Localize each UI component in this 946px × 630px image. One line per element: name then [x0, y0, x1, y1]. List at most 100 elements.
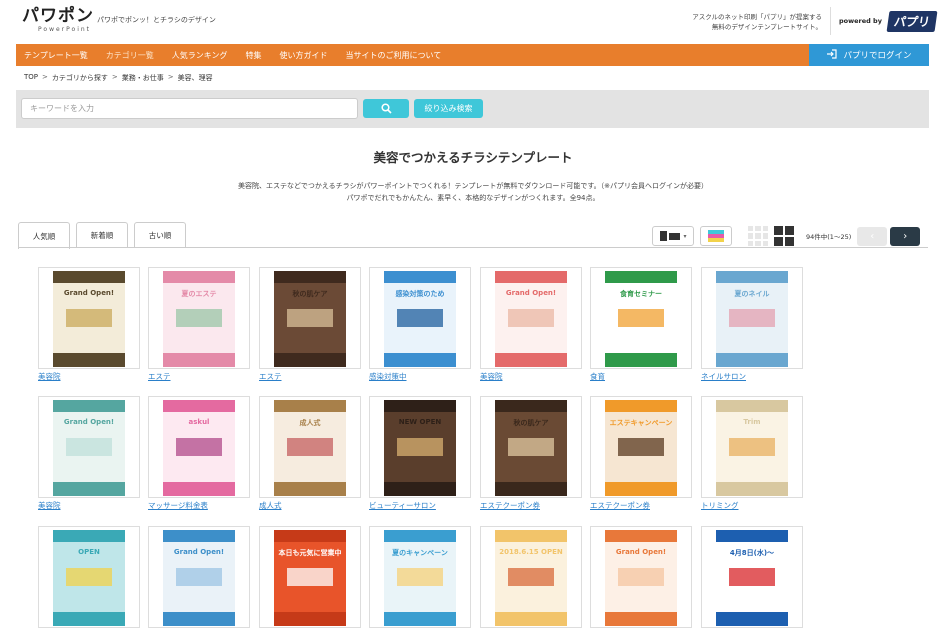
template-card[interactable]: OPEN: [38, 526, 140, 628]
template-category-link[interactable]: エステクーポン券: [480, 500, 540, 511]
thumbnail-title: 感染対策のため: [395, 290, 445, 298]
template-card[interactable]: エステキャンペーン: [590, 396, 692, 498]
template-card[interactable]: 秋の肌ケア: [259, 267, 361, 369]
thumbnail-image: [65, 568, 113, 586]
thumbnail-title: Grand Open!: [505, 289, 557, 297]
template-card[interactable]: Grand Open!: [590, 526, 692, 628]
template-category-link[interactable]: エステクーポン券: [590, 500, 650, 511]
template-card[interactable]: Grand Open!: [148, 526, 250, 628]
template-card[interactable]: NEW OPEN: [369, 396, 471, 498]
nav-item-ranking[interactable]: 人気ランキング: [172, 50, 228, 61]
site-tagline: パワポでポンッ！とチラシのデザイン: [97, 16, 216, 24]
template-thumbnail: NEW OPEN: [384, 400, 456, 496]
template-thumbnail: 2018.6.15 OPEN: [495, 530, 567, 626]
nav-item-template-list[interactable]: テンプレート一覧: [24, 50, 88, 61]
breadcrumb-category[interactable]: カテゴリから探す: [52, 73, 108, 83]
thumbnail-band: [53, 400, 125, 412]
nav-item-feature[interactable]: 特集: [246, 50, 262, 61]
grid-small-button[interactable]: [748, 226, 768, 246]
template-category-link[interactable]: エステ: [259, 371, 282, 382]
template-card[interactable]: 本日も元気に営業中: [259, 526, 361, 628]
nav-item-category-list[interactable]: カテゴリ一覧: [106, 50, 154, 61]
template-category-link[interactable]: 美容院: [480, 371, 503, 382]
thumbnail-title: 本日も元気に営業中: [278, 549, 342, 557]
search-bar: 絞り込み検索: [16, 90, 929, 128]
template-card[interactable]: 夏のキャンペーン: [369, 526, 471, 628]
template-thumbnail: 夏のネイル: [716, 271, 788, 367]
thumbnail-image: [175, 309, 223, 327]
tab-oldest[interactable]: 古い順: [134, 222, 186, 247]
search-button[interactable]: [363, 99, 409, 118]
thumbnail-footer: [605, 482, 677, 496]
promo-line-2: 無料のデザインテンプレートサイト。: [711, 23, 822, 31]
template-category-link[interactable]: 成人式: [259, 500, 282, 511]
template-card[interactable]: askul: [148, 396, 250, 498]
thumbnail-footer: [716, 612, 788, 626]
papuri-logo: パプリ: [886, 10, 938, 32]
thumbnail-image: [65, 309, 113, 327]
thumbnail-image: [617, 568, 665, 586]
template-thumbnail: Grand Open!: [605, 530, 677, 626]
thumbnail-footer: [605, 353, 677, 367]
template-thumbnail: 成人式: [274, 400, 346, 496]
template-card[interactable]: Grand Open!: [480, 267, 582, 369]
powered-by[interactable]: powered by パプリ: [830, 7, 938, 35]
thumbnail-image: [396, 568, 444, 586]
login-button[interactable]: パプリでログイン: [809, 44, 929, 66]
template-card[interactable]: 夏のネイル: [701, 267, 803, 369]
template-thumbnail: 夏のキャンペーン: [384, 530, 456, 626]
thumbnail-band: [716, 400, 788, 412]
search-input[interactable]: [21, 98, 358, 119]
template-card[interactable]: Grand Open!: [38, 267, 140, 369]
template-card[interactable]: 感染対策のため: [369, 267, 471, 369]
breadcrumb-business[interactable]: 業務・お仕事: [122, 73, 164, 83]
thumbnail-title: askul: [188, 418, 210, 426]
template-category-link[interactable]: 食育: [590, 371, 605, 382]
thumbnail-footer: [495, 353, 567, 367]
template-category-link[interactable]: 感染対策中: [369, 371, 407, 382]
nav-item-guide[interactable]: 使い方ガイド: [280, 50, 328, 61]
template-card[interactable]: 2018.6.15 OPEN: [480, 526, 582, 628]
thumbnail-title: エステキャンペーン: [609, 419, 673, 427]
thumbnail-footer: [384, 353, 456, 367]
template-card[interactable]: 秋の肌ケア: [480, 396, 582, 498]
prev-page-button[interactable]: ‹: [857, 226, 888, 246]
template-card[interactable]: 4月8日(水)〜: [701, 526, 803, 628]
thumbnail-title: 夏のエステ: [181, 290, 217, 298]
template-category-link[interactable]: エステ: [148, 371, 171, 382]
template-card[interactable]: Trim: [701, 396, 803, 498]
powered-by-label: powered by: [839, 17, 882, 25]
template-card[interactable]: 成人式: [259, 396, 361, 498]
thumbnail-title: NEW OPEN: [398, 418, 442, 426]
tab-newest[interactable]: 新着順: [76, 222, 128, 247]
breadcrumb-top[interactable]: TOP: [24, 73, 38, 83]
filter-search-button[interactable]: 絞り込み検索: [414, 99, 483, 118]
thumbnail-band: [53, 530, 125, 542]
template-category-link[interactable]: マッサージ料金表: [148, 500, 208, 511]
nav-item-terms[interactable]: 当サイトのご利用について: [346, 50, 442, 61]
thumbnail-footer: [716, 353, 788, 367]
template-card[interactable]: 食育セミナー: [590, 267, 692, 369]
template-category-link[interactable]: 美容院: [38, 500, 61, 511]
next-page-button[interactable]: ›: [890, 226, 921, 246]
grid-large-button[interactable]: [774, 226, 794, 246]
template-category-link[interactable]: トリミング: [701, 500, 739, 511]
site-logo[interactable]: パワポン PowerPoint: [22, 6, 94, 34]
chevron-left-icon: ‹: [870, 230, 875, 242]
thumbnail-footer: [384, 482, 456, 496]
thumbnail-band: [605, 530, 677, 542]
thumbnail-title: 夏のキャンペーン: [392, 549, 448, 557]
template-card[interactable]: Grand Open!: [38, 396, 140, 498]
orientation-filter[interactable]: ▾: [652, 226, 694, 246]
template-card[interactable]: 夏のエステ: [148, 267, 250, 369]
template-category-link[interactable]: ネイルサロン: [701, 371, 746, 382]
promo-text: アスクルのネット印刷「パプリ」が提案する 無料のデザインテンプレートサイト。: [680, 12, 822, 32]
template-category-link[interactable]: ビューティーサロン: [369, 500, 436, 511]
thumbnail-band: [274, 271, 346, 283]
thumbnail-footer: [163, 612, 235, 626]
template-category-link[interactable]: 美容院: [38, 371, 61, 382]
thumbnail-title: OPEN: [78, 548, 100, 556]
color-filter[interactable]: [700, 226, 732, 246]
page-description: 美容院、エステなどでつかえるチラシがパワーポイントでつくれる！テンプレートが無料…: [0, 180, 946, 204]
tab-popular[interactable]: 人気順: [18, 222, 70, 249]
